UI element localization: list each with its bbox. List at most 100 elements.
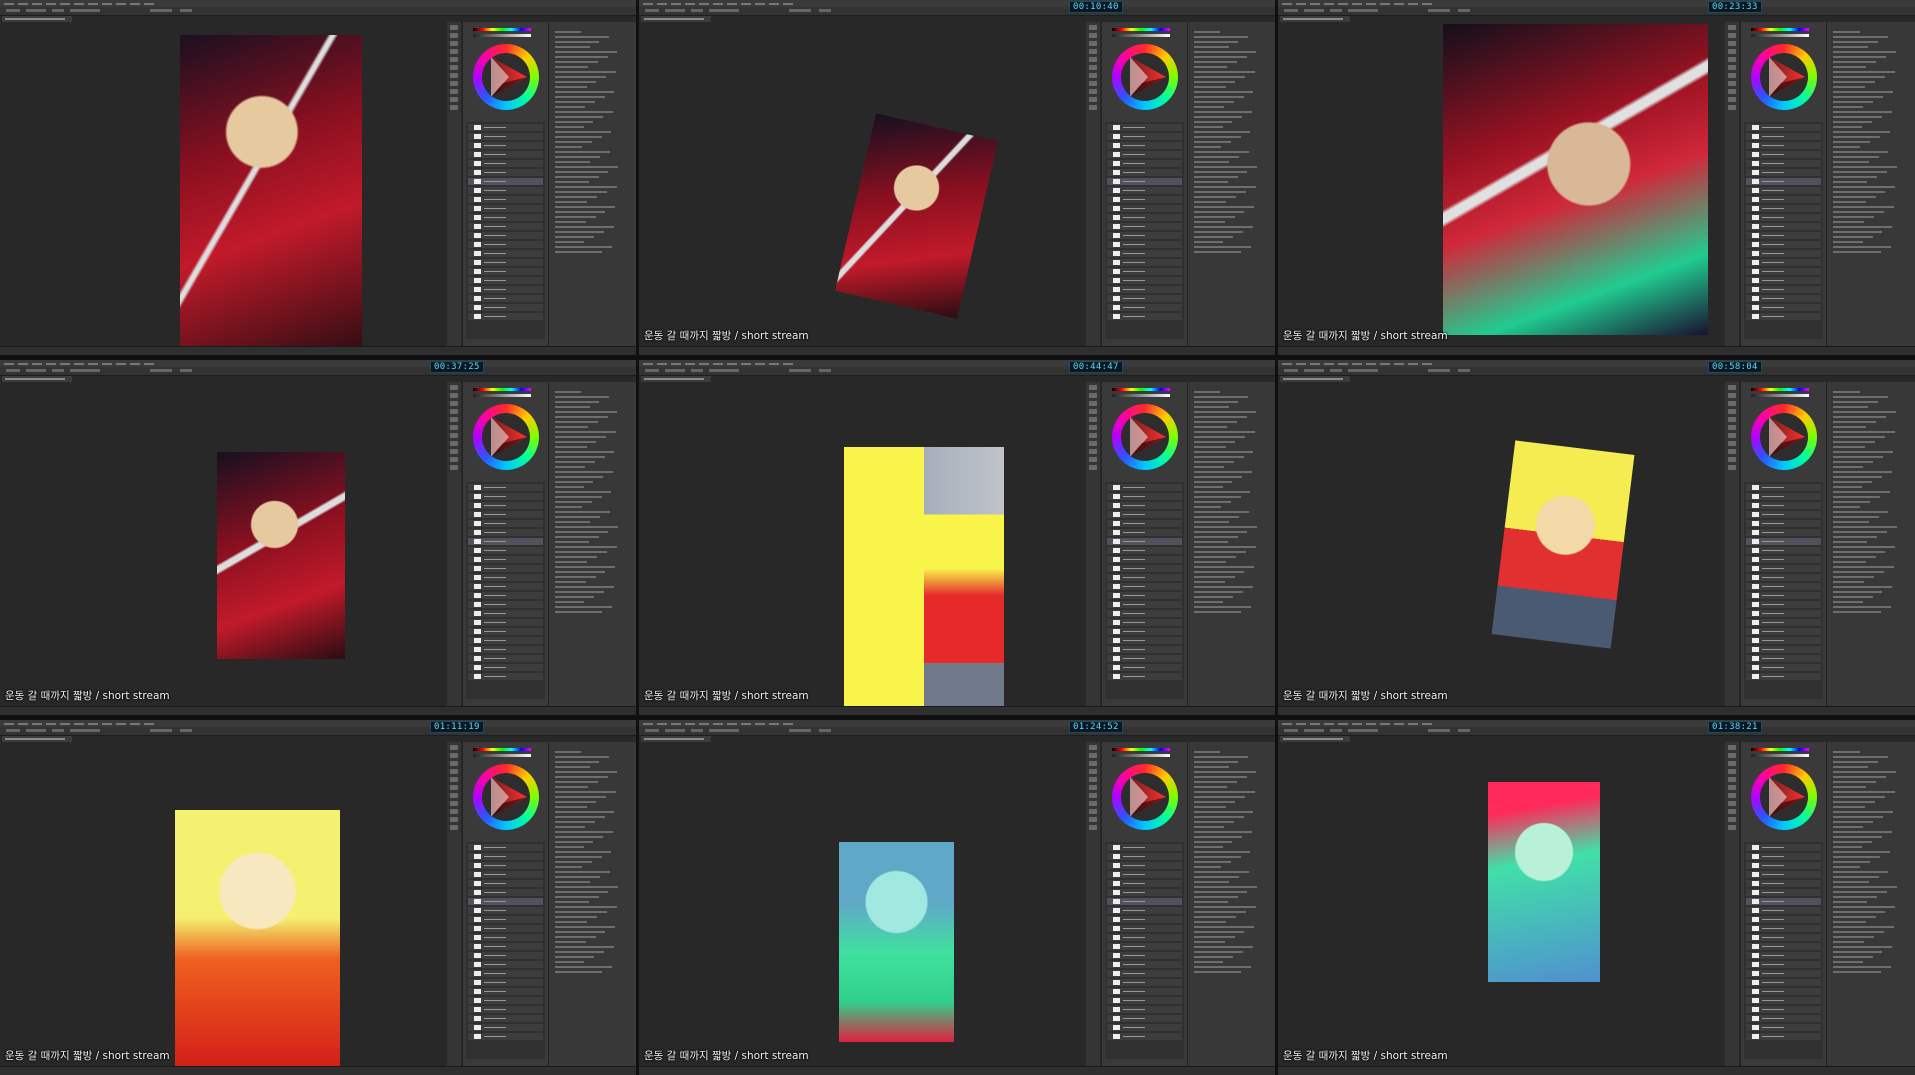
canvas-area[interactable] (639, 382, 1085, 715)
value-slider[interactable] (473, 34, 531, 37)
layer-row[interactable] (1107, 565, 1182, 572)
canvas-area[interactable] (0, 742, 446, 1075)
layer-row[interactable] (1107, 880, 1182, 887)
layer-row[interactable] (468, 565, 543, 572)
layer-row[interactable] (468, 961, 543, 968)
layer-row[interactable] (468, 160, 543, 167)
layer-row[interactable] (468, 574, 543, 581)
layer-row[interactable] (468, 844, 543, 851)
layer-row[interactable] (1107, 520, 1182, 527)
layer-row[interactable] (1746, 655, 1821, 662)
layer-row[interactable] (1746, 241, 1821, 248)
artwork-canvas[interactable] (217, 452, 345, 659)
layer-row[interactable] (468, 529, 543, 536)
layers-panel[interactable] (1744, 482, 1823, 699)
layer-row[interactable] (1746, 592, 1821, 599)
artwork-canvas[interactable] (1488, 782, 1600, 982)
layer-row[interactable] (1107, 133, 1182, 140)
value-slider[interactable] (1751, 754, 1809, 757)
layers-panel[interactable] (1105, 482, 1184, 699)
canvas-area[interactable] (639, 22, 1085, 355)
layer-row[interactable] (1107, 943, 1182, 950)
canvas-area[interactable] (0, 22, 446, 355)
color-triangle[interactable] (483, 413, 531, 461)
layer-row[interactable] (1107, 187, 1182, 194)
layer-row[interactable] (468, 1024, 543, 1031)
layer-row[interactable] (468, 1006, 543, 1013)
layer-row[interactable] (1746, 196, 1821, 203)
layer-row[interactable] (1746, 943, 1821, 950)
layer-row[interactable] (1746, 277, 1821, 284)
hue-slider[interactable] (1751, 28, 1809, 31)
menu-bar[interactable] (1278, 720, 1915, 727)
layer-row[interactable] (1746, 304, 1821, 311)
layer-row[interactable] (1107, 214, 1182, 221)
layer-row[interactable] (468, 142, 543, 149)
layer-row[interactable] (468, 205, 543, 212)
layer-row[interactable] (1746, 187, 1821, 194)
layer-row[interactable] (1107, 277, 1182, 284)
value-slider[interactable] (473, 394, 531, 397)
layer-row[interactable] (1746, 250, 1821, 257)
value-slider[interactable] (1751, 34, 1809, 37)
layer-row[interactable] (1746, 259, 1821, 266)
layer-row[interactable] (468, 232, 543, 239)
layer-row[interactable] (1746, 997, 1821, 1004)
layer-row[interactable] (1107, 925, 1182, 932)
layer-row[interactable] (1107, 988, 1182, 995)
layer-row[interactable] (468, 484, 543, 491)
options-bar[interactable] (1278, 727, 1915, 736)
layer-row[interactable] (468, 871, 543, 878)
layer-row[interactable] (1746, 286, 1821, 293)
layer-row[interactable] (1107, 286, 1182, 293)
layer-row[interactable] (1107, 268, 1182, 275)
layer-row[interactable] (468, 313, 543, 320)
layer-row[interactable] (468, 1033, 543, 1040)
layer-row[interactable] (1746, 295, 1821, 302)
layer-row[interactable] (468, 628, 543, 635)
tools-panel[interactable] (447, 22, 461, 347)
layer-row[interactable] (1746, 970, 1821, 977)
tools-panel[interactable] (1086, 382, 1100, 707)
options-bar[interactable] (639, 7, 1275, 16)
layer-row[interactable] (468, 979, 543, 986)
tools-panel[interactable] (1086, 742, 1100, 1067)
color-triangle[interactable] (1761, 773, 1809, 821)
artwork-canvas[interactable] (844, 447, 1004, 715)
layer-row[interactable] (468, 970, 543, 977)
layer-row[interactable] (1107, 196, 1182, 203)
options-bar[interactable] (0, 367, 636, 376)
layer-row[interactable] (468, 997, 543, 1004)
menu-bar[interactable] (639, 0, 1275, 7)
layer-row[interactable] (1107, 655, 1182, 662)
layer-row[interactable] (1107, 592, 1182, 599)
layer-row[interactable] (468, 889, 543, 896)
layer-row[interactable] (1746, 565, 1821, 572)
layer-row[interactable] (1746, 232, 1821, 239)
options-bar[interactable] (1278, 367, 1915, 376)
layer-row[interactable] (1746, 1006, 1821, 1013)
layer-row[interactable] (468, 223, 543, 230)
layer-row[interactable] (468, 934, 543, 941)
layer-row[interactable] (468, 502, 543, 509)
layer-row[interactable] (468, 286, 543, 293)
layer-row[interactable] (1107, 1024, 1182, 1031)
color-triangle[interactable] (1122, 413, 1170, 461)
layer-row[interactable] (468, 547, 543, 554)
layer-row[interactable] (1107, 304, 1182, 311)
layer-row[interactable] (1746, 151, 1821, 158)
layer-row[interactable] (468, 853, 543, 860)
options-bar[interactable] (1278, 7, 1915, 16)
layer-row[interactable] (1746, 223, 1821, 230)
layer-row[interactable] (1746, 178, 1821, 185)
layer-row[interactable] (1746, 871, 1821, 878)
layer-row[interactable] (1107, 484, 1182, 491)
layer-row[interactable] (468, 214, 543, 221)
layer-row[interactable] (1746, 853, 1821, 860)
layer-row[interactable] (1107, 673, 1182, 680)
layer-row[interactable] (1746, 547, 1821, 554)
options-bar[interactable] (639, 367, 1275, 376)
tools-panel[interactable] (1725, 22, 1739, 347)
value-slider[interactable] (1112, 394, 1170, 397)
layer-row[interactable] (1746, 988, 1821, 995)
